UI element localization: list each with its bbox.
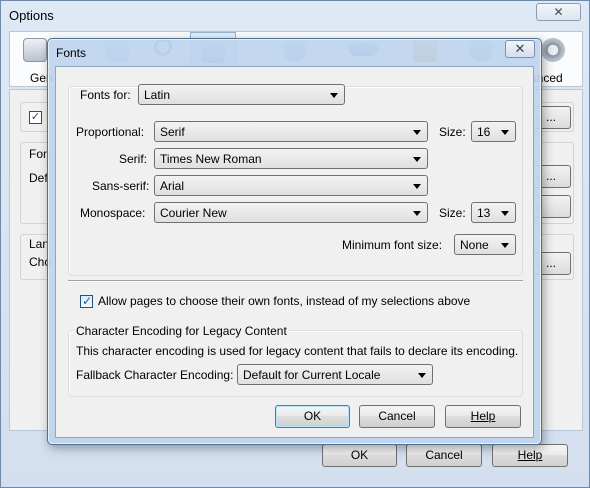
- options-close-button[interactable]: ✕: [536, 3, 581, 21]
- encoding-description: This character encoding is used for lega…: [76, 344, 519, 358]
- options-checkbox[interactable]: ✓: [29, 111, 42, 124]
- options-help-button[interactable]: Help: [492, 444, 568, 467]
- fallback-encoding-label: Fallback Character Encoding:: [76, 368, 234, 382]
- min-font-size-label: Minimum font size:: [342, 238, 443, 252]
- options-cancel-label: Cancel: [425, 448, 463, 462]
- fonts-for-label: Fonts for:: [78, 88, 133, 102]
- allow-pages-checkbox[interactable]: ✓: [80, 294, 93, 308]
- serif-value: Times New Roman: [160, 152, 262, 166]
- close-icon: ✕: [514, 41, 526, 56]
- chevron-down-icon: [413, 130, 421, 135]
- serif-select[interactable]: Times New Roman: [154, 148, 428, 169]
- options-default-font-fragment: Def: [29, 171, 48, 185]
- chevron-down-icon: [501, 243, 509, 248]
- chevron-down-icon: [330, 93, 338, 98]
- serif-label: Serif:: [119, 152, 148, 166]
- proportional-label: Proportional:: [76, 125, 145, 139]
- allow-pages-label[interactable]: Allow pages to choose their own fonts, i…: [98, 294, 470, 308]
- fallback-encoding-value: Default for Current Locale: [243, 368, 381, 382]
- fonts-dialog-title: Fonts: [56, 46, 87, 60]
- encoding-heading: Character Encoding for Legacy Content: [74, 324, 289, 338]
- monospace-size-label: Size:: [439, 206, 466, 220]
- proportional-size-select[interactable]: 16: [471, 121, 516, 142]
- fonts-ok-button[interactable]: OK: [275, 405, 350, 428]
- fonts-for-select[interactable]: Latin: [138, 84, 345, 105]
- sans-serif-label: Sans-serif:: [92, 179, 150, 193]
- chevron-down-icon: [501, 211, 509, 216]
- fonts-cancel-button[interactable]: Cancel: [359, 405, 435, 428]
- monospace-value: Courier New: [160, 206, 227, 220]
- fonts-help-button[interactable]: Help: [445, 405, 521, 428]
- chevron-down-icon: [418, 373, 426, 378]
- sans-serif-value: Arial: [160, 179, 185, 193]
- fonts-dialog-close-button[interactable]: ✕: [505, 40, 535, 58]
- chevron-down-icon: [501, 130, 509, 135]
- fonts-dialog: Fonts ✕ Fonts for: Latin Proportional: S…: [47, 38, 542, 445]
- options-help-label: Help: [517, 448, 543, 462]
- chevron-down-icon: [413, 157, 421, 162]
- proportional-value: Serif: [160, 125, 185, 139]
- advanced-icon: [541, 38, 565, 62]
- proportional-select[interactable]: Serif: [154, 121, 428, 142]
- general-icon: [23, 38, 47, 62]
- monospace-label: Monospace:: [80, 206, 146, 220]
- separator: [68, 280, 523, 282]
- min-font-size-select[interactable]: None: [454, 234, 516, 255]
- options-cancel-button[interactable]: Cancel: [406, 444, 482, 467]
- checkmark-icon: ✓: [82, 294, 93, 308]
- fonts-help-label: Help: [470, 409, 496, 423]
- options-window-title: Options: [9, 8, 54, 23]
- monospace-size-select[interactable]: 13: [471, 202, 516, 223]
- proportional-size-label: Size:: [439, 125, 466, 139]
- options-ok-label: OK: [350, 448, 369, 462]
- fonts-dialog-client: Fonts for: Latin Proportional: Serif Siz…: [55, 66, 534, 438]
- chevron-down-icon: [413, 184, 421, 189]
- options-ok-button[interactable]: OK: [322, 444, 397, 467]
- fonts-ok-label: OK: [303, 409, 322, 423]
- sans-serif-select[interactable]: Arial: [154, 175, 428, 196]
- chevron-down-icon: [413, 211, 421, 216]
- monospace-select[interactable]: Courier New: [154, 202, 428, 223]
- fallback-encoding-select[interactable]: Default for Current Locale: [237, 364, 433, 385]
- proportional-size-value: 16: [477, 125, 491, 139]
- fonts-for-value: Latin: [144, 88, 171, 102]
- min-font-size-value: None: [460, 238, 489, 252]
- monospace-size-value: 13: [477, 206, 491, 220]
- fonts-cancel-label: Cancel: [378, 409, 416, 423]
